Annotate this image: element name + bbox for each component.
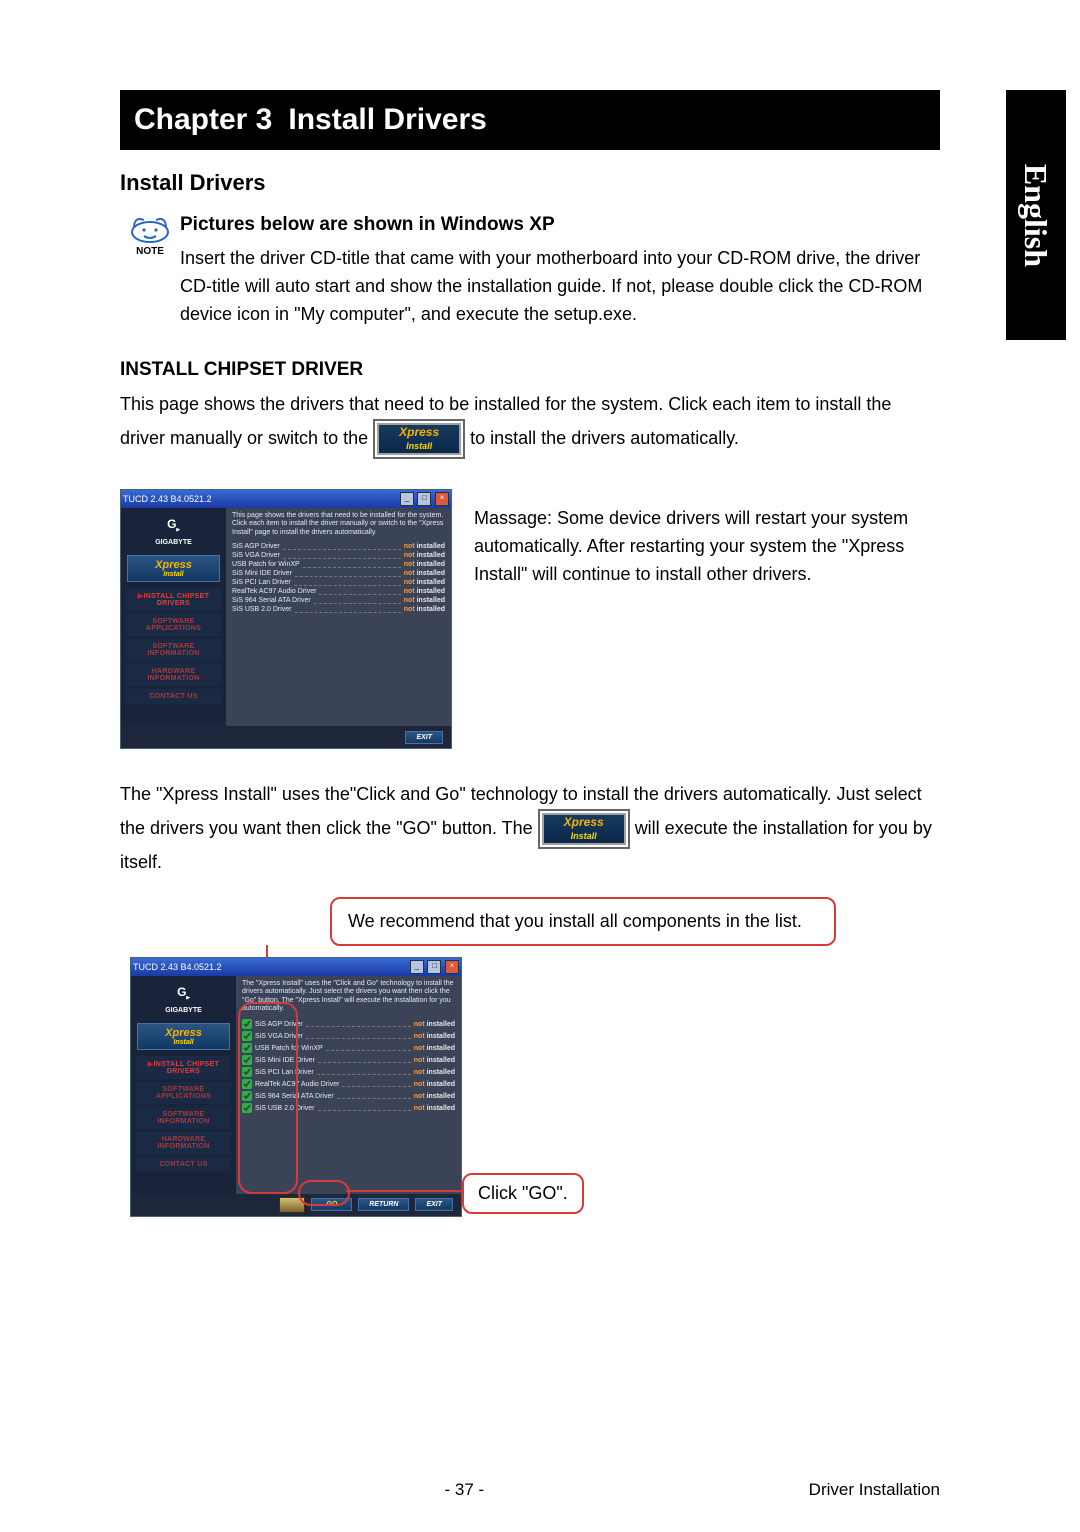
driver-row[interactable]: SiS 964 Serial ATA Driver not installed: [232, 597, 445, 604]
xpress-top: Xpress: [399, 425, 439, 439]
driver-status: not installed: [404, 561, 445, 568]
sidebar-item-contact-us[interactable]: CONTACT US: [126, 689, 221, 704]
driver-status: not installed: [404, 570, 445, 577]
driver-name: SiS AGP Driver: [232, 543, 280, 550]
click-go-callout: Click "GO".: [462, 1173, 584, 1214]
exit-button[interactable]: EXIT: [405, 731, 443, 744]
driver-status: not installed: [404, 552, 445, 559]
sidebar-item-hardware-info[interactable]: HARDWARE INFORMATION: [126, 664, 221, 686]
driver-name: SiS 964 Serial ATA Driver: [232, 597, 311, 604]
sidebar-item-install-chipset[interactable]: ▶INSTALL CHIPSET DRIVERS: [126, 588, 221, 611]
sidebar-xpress-install[interactable]: Xpress Install: [127, 555, 220, 582]
window-controls-2[interactable]: _ □ ×: [409, 960, 459, 974]
maximize-icon[interactable]: □: [427, 960, 441, 974]
language-tab: English: [1006, 90, 1066, 340]
footer-section: Driver Installation: [809, 1480, 940, 1500]
driver-status: not installed: [414, 1033, 455, 1040]
sidebar-item-software-apps[interactable]: SOFTWARE APPLICATIONS: [126, 614, 221, 636]
sidebar-xpress-install-2[interactable]: XpressInstall: [137, 1023, 230, 1050]
driver-status: not installed: [404, 597, 445, 604]
driver-status: not installed: [414, 1045, 455, 1052]
driver-name: SiS PCI Lan Driver: [232, 579, 291, 586]
driver-status: not installed: [414, 1081, 455, 1088]
titlebar-2: TUCD 2.43 B4.0521.2 _ □ ×: [131, 958, 461, 976]
close-icon[interactable]: ×: [445, 960, 459, 974]
minimize-icon[interactable]: _: [400, 492, 414, 506]
subsection-title: Pictures below are shown in Windows XP: [180, 210, 940, 239]
driver-row[interactable]: USB Patch for WinXP not installed: [232, 561, 445, 568]
driver-name: SiS USB 2.0 Driver: [232, 606, 292, 613]
window-title-2: TUCD 2.43 B4.0521.2: [133, 962, 222, 972]
page-footer: - 37 - Driver Installation: [120, 1480, 940, 1500]
driver-row[interactable]: SiS VGA Driver not installed: [232, 552, 445, 559]
sidebar-item-install-chipset-2[interactable]: ▶INSTALL CHIPSET DRIVERS: [136, 1056, 231, 1079]
driver-name: SiS VGA Driver: [232, 552, 280, 559]
side-paragraph: Massage: Some device drivers will restar…: [474, 489, 940, 589]
xpress-install-badge: Xpress Install: [373, 419, 465, 459]
driver-status: not installed: [414, 1093, 455, 1100]
window-controls[interactable]: _ □ ×: [399, 492, 449, 506]
driver-status: not installed: [404, 579, 445, 586]
driver-status: not installed: [414, 1021, 455, 1028]
installer-desc: This page shows the drivers that need to…: [232, 512, 445, 537]
return-button[interactable]: RETURN: [358, 1198, 409, 1211]
language-label: English: [1018, 163, 1055, 266]
driver-row[interactable]: SiS Mini IDE Driver not installed: [232, 570, 445, 577]
driver-row[interactable]: SiS USB 2.0 Driver not installed: [232, 606, 445, 613]
driver-status: not installed: [414, 1069, 455, 1076]
callout-go-button: [298, 1180, 350, 1206]
note-icon: NOTE: [120, 210, 180, 257]
sidebar-item-software-apps-2[interactable]: SOFTWARE APPLICATIONS: [136, 1082, 231, 1104]
note-label: NOTE: [120, 246, 180, 257]
brand-logo: G▸GIGABYTE: [121, 512, 226, 552]
close-icon[interactable]: ×: [435, 492, 449, 506]
driver-status: not installed: [404, 543, 445, 550]
sidebar-item-contact-us-2[interactable]: CONTACT US: [136, 1157, 231, 1172]
driver-status: not installed: [404, 588, 445, 595]
installer-window-1: TUCD 2.43 B4.0521.2 _ □ × G▸GIGABYTE Xpr…: [120, 489, 452, 749]
driver-row[interactable]: SiS PCI Lan Driver not installed: [232, 579, 445, 586]
chipset-heading: INSTALL CHIPSET DRIVER: [120, 359, 940, 381]
sidebar-item-software-info[interactable]: SOFTWARE INFORMATION: [126, 639, 221, 661]
chipset-para-b: to install the drivers automatically.: [470, 428, 739, 448]
driver-row[interactable]: RealTek AC97 Audio Driver not installed: [232, 588, 445, 595]
intro-paragraph: Insert the driver CD-title that came wit…: [180, 245, 940, 329]
xpress-install-badge-2: Xpress Install: [538, 809, 630, 849]
exit-button-2[interactable]: EXIT: [415, 1198, 453, 1211]
driver-name: RealTek AC97 Audio Driver: [232, 588, 316, 595]
sidebar-item-software-info-2[interactable]: SOFTWARE INFORMATION: [136, 1107, 231, 1129]
sidebar-item-hardware-info-2[interactable]: HARDWARE INFORMATION: [136, 1132, 231, 1154]
recommend-callout: We recommend that you install all compon…: [330, 897, 836, 946]
chapter-title: Install Drivers: [288, 103, 486, 137]
callout-checkbox-column: [238, 1002, 298, 1194]
titlebar: TUCD 2.43 B4.0521.2 _ □ ×: [121, 490, 451, 508]
driver-name: SiS Mini IDE Driver: [232, 570, 292, 577]
xpress-bottom: Install: [379, 439, 459, 453]
maximize-icon[interactable]: □: [417, 492, 431, 506]
chapter-number: Chapter 3: [134, 103, 272, 137]
chapter-banner: Chapter 3 Install Drivers: [120, 90, 940, 150]
driver-status: not installed: [414, 1105, 455, 1112]
window-title: TUCD 2.43 B4.0521.2: [123, 494, 212, 504]
page-number: - 37 -: [120, 1480, 809, 1500]
minimize-icon[interactable]: _: [410, 960, 424, 974]
driver-status: not installed: [414, 1057, 455, 1064]
installer-sidebar: G▸GIGABYTE Xpress Install ▶INSTALL CHIPS…: [121, 508, 226, 726]
section-title: Install Drivers: [120, 170, 940, 196]
brand-logo-2: G▸GIGABYTE: [131, 980, 236, 1020]
driver-status: not installed: [404, 606, 445, 613]
driver-name: USB Patch for WinXP: [232, 561, 300, 568]
driver-row[interactable]: SiS AGP Driver not installed: [232, 543, 445, 550]
